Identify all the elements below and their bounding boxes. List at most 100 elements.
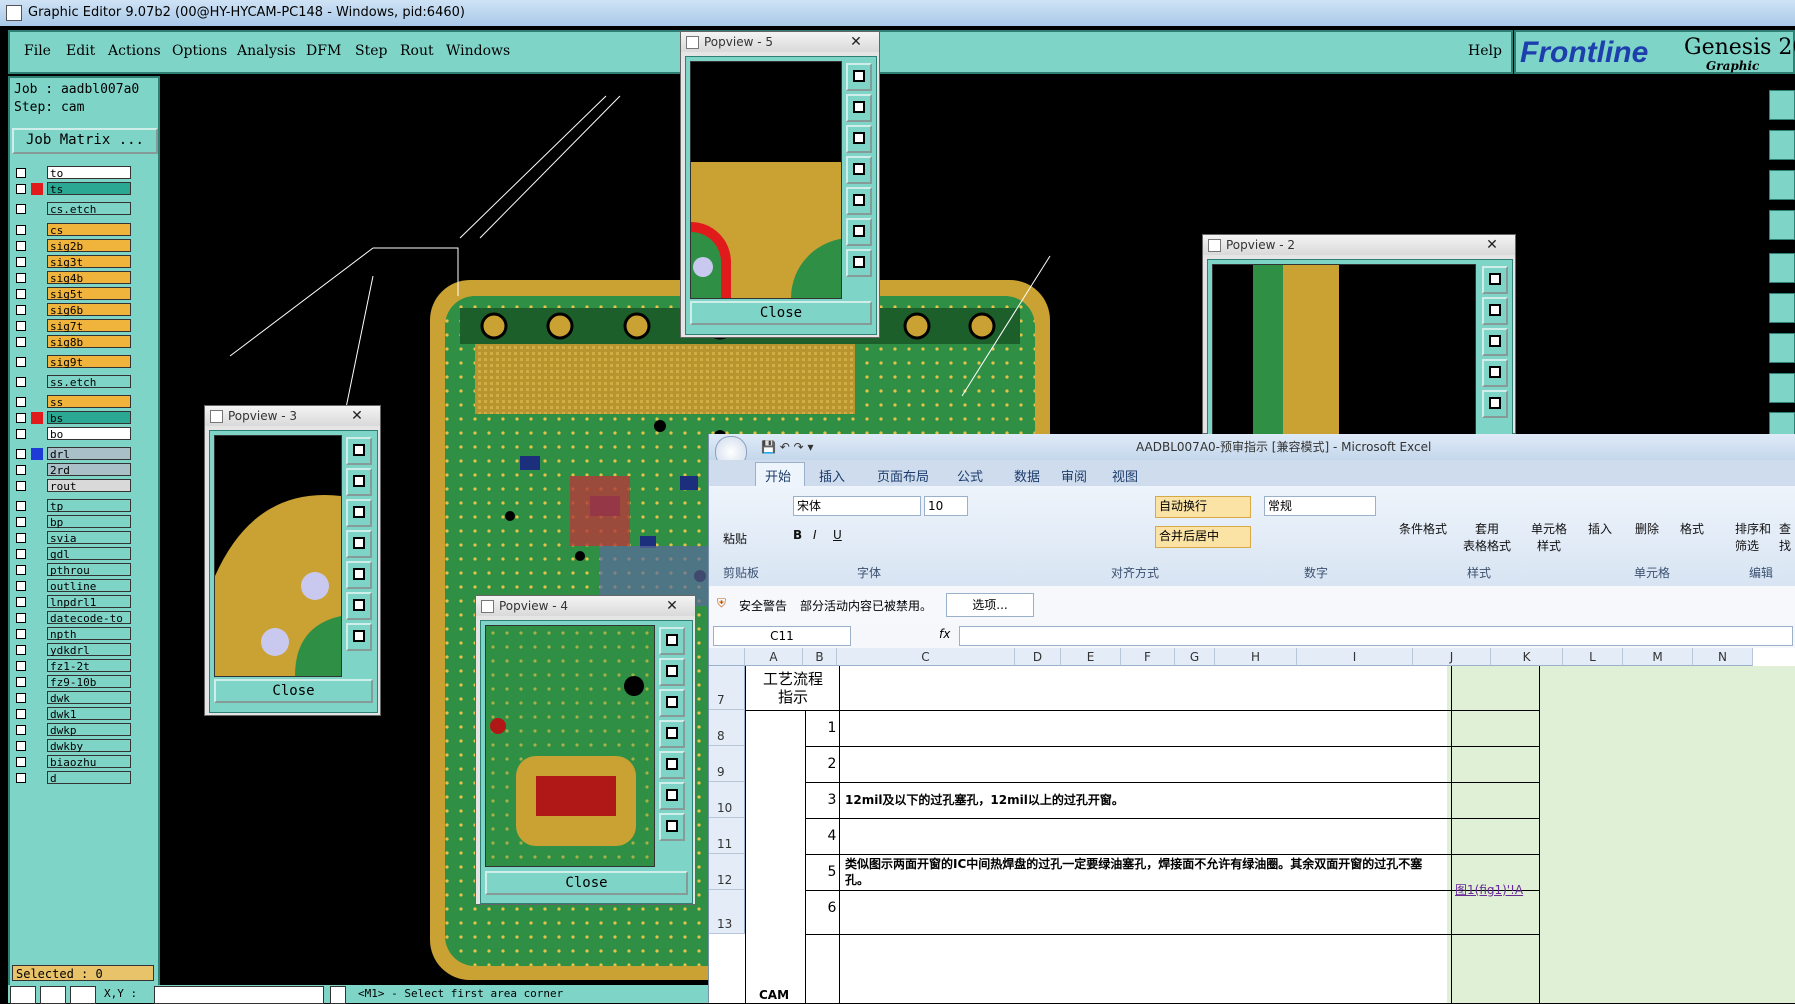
- layer-row[interactable]: gdl: [14, 547, 132, 561]
- status-icon-1[interactable]: [10, 986, 36, 1004]
- layer-checkbox[interactable]: [16, 204, 26, 214]
- menu-file[interactable]: File: [24, 43, 51, 59]
- popview-tool-button[interactable]: [846, 125, 872, 153]
- step-number-cell[interactable]: 6: [817, 900, 847, 916]
- layer-row[interactable]: sig8b: [14, 335, 132, 349]
- layer-checkbox[interactable]: [16, 429, 26, 439]
- layer-checkbox[interactable]: [16, 337, 26, 347]
- menu-actions[interactable]: Actions: [108, 43, 161, 59]
- popview-tool-button[interactable]: [659, 689, 685, 717]
- popview-4-view[interactable]: [485, 625, 655, 867]
- layer-checkbox[interactable]: [16, 725, 26, 735]
- popview-tool-button[interactable]: [659, 782, 685, 810]
- column-header[interactable]: F: [1121, 648, 1175, 666]
- layer-checkbox[interactable]: [16, 184, 26, 194]
- layer-row[interactable]: outline: [14, 579, 132, 593]
- column-header[interactable]: E: [1061, 648, 1121, 666]
- layer-row[interactable]: drl: [14, 447, 132, 461]
- popview-tool-button[interactable]: [846, 187, 872, 215]
- popview-3-close-icon[interactable]: ✕: [342, 408, 372, 424]
- layer-checkbox[interactable]: [16, 757, 26, 767]
- layer-row[interactable]: datecode-to: [14, 611, 132, 625]
- formula-input[interactable]: [959, 626, 1793, 646]
- popview-tool-button[interactable]: [346, 623, 372, 651]
- layer-checkbox[interactable]: [16, 377, 26, 387]
- row-header[interactable]: 12: [709, 854, 745, 890]
- layer-row[interactable]: d: [14, 771, 132, 785]
- conditional-format-button[interactable]: 条件格式: [1399, 520, 1447, 537]
- menu-rout[interactable]: Rout: [400, 43, 434, 59]
- column-header[interactable]: I: [1297, 648, 1413, 666]
- format-cells-button[interactable]: 格式: [1680, 520, 1704, 537]
- layer-checkbox[interactable]: [16, 465, 26, 475]
- menu-edit[interactable]: Edit: [66, 43, 95, 59]
- quick-access-icons[interactable]: 💾 ↶ ↷ ▾: [761, 434, 814, 460]
- layer-row[interactable]: ydkdrl: [14, 643, 132, 657]
- layer-row[interactable]: lnpdrl1: [14, 595, 132, 609]
- layer-checkbox[interactable]: [16, 501, 26, 511]
- popview-tool-button[interactable]: [659, 751, 685, 779]
- layer-row[interactable]: fz9-10b: [14, 675, 132, 689]
- column-header[interactable]: J: [1413, 648, 1491, 666]
- layer-checkbox[interactable]: [16, 661, 26, 671]
- layer-row[interactable]: rout: [14, 479, 132, 493]
- cell-styles-button[interactable]: 单元格 样式: [1531, 520, 1567, 554]
- worksheet-grid[interactable]: ABCDEFGHIJKLMN 工艺流程 指示 7 8 1 9 2 10 3 12mil及以下的…: [709, 648, 1795, 1003]
- menu-help[interactable]: Help: [1468, 43, 1502, 59]
- layer-checkbox[interactable]: [16, 168, 26, 178]
- layer-checkbox[interactable]: [16, 481, 26, 491]
- layer-checkbox[interactable]: [16, 257, 26, 267]
- layer-checkbox[interactable]: [16, 413, 26, 423]
- layer-row[interactable]: sig4b: [14, 271, 132, 285]
- popview-tool-button[interactable]: [846, 63, 872, 91]
- column-header[interactable]: L: [1563, 648, 1623, 666]
- popview-4-close-icon[interactable]: ✕: [657, 598, 687, 614]
- layer-row[interactable]: bp: [14, 515, 132, 529]
- popview-tool-button[interactable]: [659, 658, 685, 686]
- job-matrix-button[interactable]: Job Matrix ...: [12, 128, 158, 154]
- popview-tool-button[interactable]: [659, 720, 685, 748]
- layer-row[interactable]: sig5t: [14, 287, 132, 301]
- right-tool-button[interactable]: [1769, 170, 1795, 200]
- figure-link[interactable]: 图1(fig1)'!A: [1455, 882, 1539, 918]
- tab-page-layout[interactable]: 页面布局: [877, 466, 929, 485]
- step-number-cell[interactable]: 2: [817, 756, 847, 772]
- layer-row[interactable]: ts: [14, 182, 132, 196]
- options-button[interactable]: 选项...: [946, 593, 1034, 617]
- layer-checkbox[interactable]: [16, 581, 26, 591]
- row-header[interactable]: 8: [709, 710, 745, 746]
- layer-row[interactable]: sig3t: [14, 255, 132, 269]
- layer-row[interactable]: dwkby: [14, 739, 132, 753]
- popview-tool-button[interactable]: [346, 561, 372, 589]
- tab-view[interactable]: 视图: [1112, 466, 1138, 485]
- column-header[interactable]: M: [1623, 648, 1693, 666]
- merge-center-button[interactable]: 合并后居中: [1155, 526, 1251, 548]
- row-header[interactable]: 9: [709, 746, 745, 782]
- popview-tool-button[interactable]: [1482, 266, 1508, 294]
- instruction-cell[interactable]: 类似图示两面开窗的IC中间热焊盘的过孔一定要绿油塞孔，焊接面不允许有绿油圈。其余…: [845, 856, 1445, 888]
- popview-tool-button[interactable]: [346, 499, 372, 527]
- layer-checkbox[interactable]: [16, 629, 26, 639]
- right-tool-button[interactable]: [1769, 333, 1795, 363]
- popview-2-view[interactable]: [1212, 264, 1476, 436]
- layer-row[interactable]: 2rd: [14, 463, 132, 477]
- popview-2-close-icon[interactable]: ✕: [1477, 237, 1507, 253]
- wrap-text-button[interactable]: 自动换行: [1155, 496, 1251, 518]
- status-icon-3[interactable]: [70, 986, 96, 1004]
- number-format-select[interactable]: 常规: [1264, 496, 1376, 516]
- layer-checkbox[interactable]: [16, 741, 26, 751]
- right-tool-button[interactable]: [1769, 373, 1795, 403]
- step-number-cell[interactable]: 3: [817, 792, 847, 808]
- column-header[interactable]: C: [837, 648, 1015, 666]
- column-header[interactable]: K: [1491, 648, 1563, 666]
- layer-row[interactable]: bs: [14, 411, 132, 425]
- menu-step[interactable]: Step: [355, 43, 387, 59]
- layer-row[interactable]: fz1-2t: [14, 659, 132, 673]
- menu-dfm[interactable]: DFM: [306, 43, 341, 59]
- find-button[interactable]: 查找: [1779, 520, 1795, 554]
- layer-row[interactable]: dwkp: [14, 723, 132, 737]
- popview-4-close-button[interactable]: Close: [485, 871, 688, 895]
- row-header[interactable]: 11: [709, 818, 745, 854]
- fx-icon[interactable]: fx: [939, 627, 950, 641]
- layer-row[interactable]: sig9t: [14, 355, 132, 369]
